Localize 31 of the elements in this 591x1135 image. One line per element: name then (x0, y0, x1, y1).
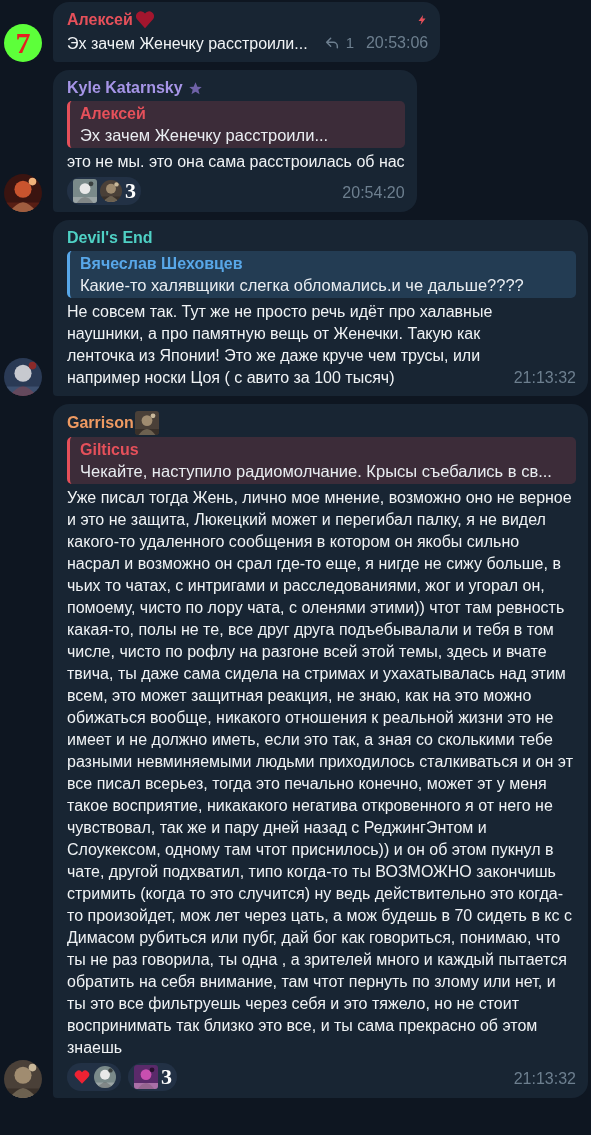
author-name[interactable]: Kyle Katarnsky (67, 77, 183, 99)
quote-text: Какие-то халявщики слегка обломались.и че дальше???? (80, 275, 525, 296)
reaction-count: 3 (161, 1066, 172, 1088)
message-time: 21:13:32 (513, 369, 576, 386)
author-name[interactable]: Garrison (67, 412, 134, 434)
message-text: Уже писал тогда Жень, лично мое мнение, возможно оно не верное и это не защита, Люкецкий может и перегибал палку, я не видел какого-то удаленного сообщения в котором он якобы сильно насрал и возможно он срал где-то еще, я нигде не сижу больше, в чьих то чатах, с интригами и расследованиями, жог и угорал он, помоему, чисто по лору чата, с оленями этими)) чтот там ревность какая-то, полы не те, все друг друга подъебывалали и тебя в том числе, чисто по рофлу на разгоне всей этой темы, здесь и вчате твича, ты даже сама сидела на стримах и ухахатывалась над этим всем, это может защитная реакция, не знаю, как на это можно обижаться вообще, никакого отношения к реальной жизни это не имеет и не должно иметь, если это так, а зная со сколькими тебе разными невминяемыми людьми приходилось сталкиваться и он эт все писал всерьез, тогда это печально конечно, может эт у меня такое восприятие, никакакого негатива откровенного я от него не чувствовал, так же и пару дней назад с РеджингЭнтом и Слоукексом, одному там чтот приснилось)) и он об этом пукнул в чате, другой подхватил, типо когда-то ты ВОЗМОЖНО закончишь стримить (когда то это случится) ну ведь действительно это когда-то произойдет, мож лет через цать, а мож будешь в 70 сидеть в кс с Димасом рубиться или пубг, дай бог как говориться, понимаю, что ты не раз говорила, ты одна , а зрителей много и каждый пытается обратить на себя внимание, там чтот пернуть по злому или нет, и ты это все фильтруешь через себя и это тяжело, но не стоит воспринимать так близко это все, и ты сама прекрасно об этом знаешь (67, 488, 574, 1058)
reply-icon (323, 35, 340, 51)
reply-quote[interactable]: Gilticus Чекайте, наступило радиомолчание. Крысы съебались в св... (67, 437, 576, 484)
reply-count: 1 (345, 32, 354, 53)
reaction-chip[interactable]: 3 (128, 1063, 177, 1091)
reaction-count: 3 (125, 180, 136, 202)
quote-text: Чекайте, наступило радиомолчание. Крысы съебались в св... (80, 461, 553, 482)
quote-author: Алексей (80, 104, 147, 124)
message-time: 21:13:32 (513, 1069, 576, 1089)
heart-icon (73, 1068, 91, 1086)
quote-author: Вячеслав Шеховцев (80, 254, 244, 274)
message-text: Не совсем так. Тут же не просто речь идёт про халавные наушники, а про памятную вещь от Женечки. Такую как ленточка из Японии! Это же даже круче чем трусы, или например носки Цоя ( с авито за 100 тысяч) (67, 302, 494, 388)
message-text: это не мы. это она сама расстроилась об нас (67, 152, 405, 172)
message-time: 20:53:06 (365, 33, 429, 53)
reaction-chip[interactable] (67, 1063, 121, 1091)
star-icon (187, 80, 203, 96)
message-time: 20:54:20 (342, 183, 405, 203)
quote-author: Gilticus (80, 440, 140, 460)
reply-quote[interactable]: Алексей Эх зачем Женечку расстроили... (67, 101, 405, 148)
author-name[interactable]: Devil's End (67, 227, 153, 249)
reaction-chip[interactable]: 3 (67, 177, 141, 205)
author-name[interactable]: Алексей (67, 9, 133, 31)
message-text: Эх зачем Женечку расстроили... (67, 34, 308, 54)
quote-text: Эх зачем Женечку расстроили... (80, 125, 330, 146)
reply-quote[interactable]: Вячеслав Шеховцев Какие-то халявщики слегка обломались.и че дальше???? (67, 251, 576, 298)
heart-icon (133, 9, 156, 31)
